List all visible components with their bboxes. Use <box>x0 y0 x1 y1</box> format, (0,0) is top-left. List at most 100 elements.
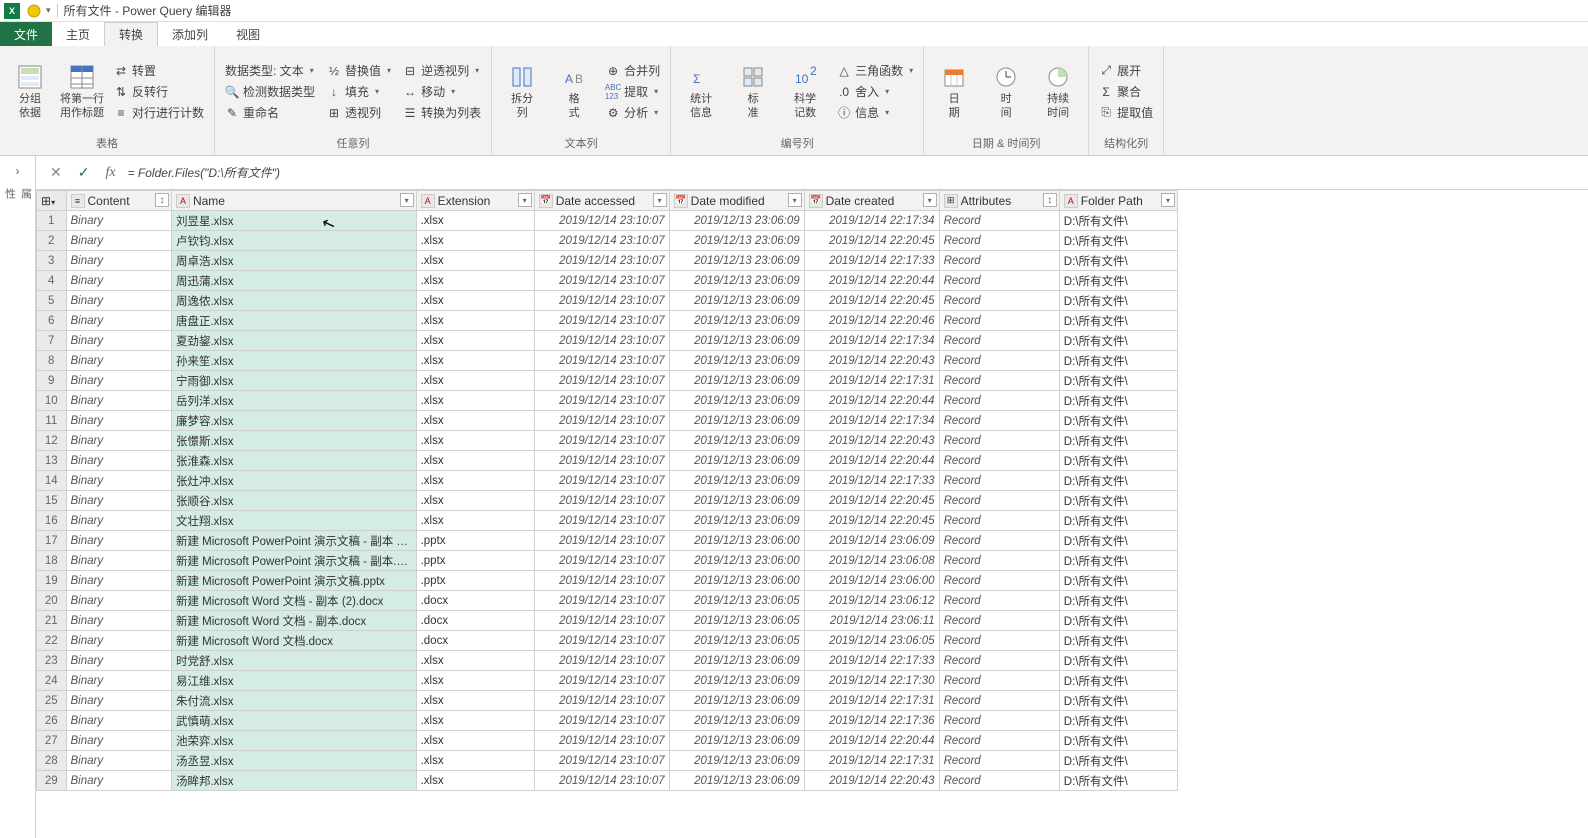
cell-name[interactable]: 汤丞昱.xlsx <box>171 751 416 771</box>
cell-name[interactable]: 张淮森.xlsx <box>171 451 416 471</box>
table-row[interactable]: 6Binary唐盘正.xlsx.xlsx2019/12/14 23:10:072… <box>37 311 1178 331</box>
aggregate-button[interactable]: Σ聚合 <box>1095 82 1157 101</box>
cell-content[interactable]: Binary <box>66 611 171 631</box>
cell-name[interactable]: 廉梦容.xlsx <box>171 411 416 431</box>
cell-folderpath[interactable]: D:\所有文件\ <box>1059 591 1177 611</box>
cell-attributes[interactable]: Record <box>939 431 1059 451</box>
cell-content[interactable]: Binary <box>66 291 171 311</box>
cell-accessed[interactable]: 2019/12/14 23:10:07 <box>534 671 669 691</box>
cell-name[interactable]: 张灶冲.xlsx <box>171 471 416 491</box>
cell-modified[interactable]: 2019/12/13 23:06:09 <box>669 471 804 491</box>
cell-accessed[interactable]: 2019/12/14 23:10:07 <box>534 251 669 271</box>
table-row[interactable]: 27Binary池荣弈.xlsx.xlsx2019/12/14 23:10:07… <box>37 731 1178 751</box>
cell-content[interactable]: Binary <box>66 251 171 271</box>
cell-accessed[interactable]: 2019/12/14 23:10:07 <box>534 311 669 331</box>
cell-modified[interactable]: 2019/12/13 23:06:09 <box>669 211 804 231</box>
cell-accessed[interactable]: 2019/12/14 23:10:07 <box>534 271 669 291</box>
cell-accessed[interactable]: 2019/12/14 23:10:07 <box>534 691 669 711</box>
scientific-button[interactable]: 102 科学 记数 <box>781 50 829 133</box>
cell-extension[interactable]: .docx <box>416 631 534 651</box>
cell-folderpath[interactable]: D:\所有文件\ <box>1059 491 1177 511</box>
move-button[interactable]: ↔移动▾ <box>399 82 485 101</box>
cell-created[interactable]: 2019/12/14 23:06:11 <box>804 611 939 631</box>
row-number[interactable]: 20 <box>37 591 67 611</box>
unpivot-button[interactable]: ⊟逆透视列▾ <box>399 61 485 80</box>
cell-created[interactable]: 2019/12/14 22:17:34 <box>804 331 939 351</box>
filter-icon[interactable]: ▾ <box>518 193 532 207</box>
table-row[interactable]: 3Binary周卓浩.xlsx.xlsx2019/12/14 23:10:072… <box>37 251 1178 271</box>
cell-folderpath[interactable]: D:\所有文件\ <box>1059 691 1177 711</box>
cell-accessed[interactable]: 2019/12/14 23:10:07 <box>534 611 669 631</box>
round-button[interactable]: .0舍入▾ <box>833 82 917 101</box>
qat-save-icon[interactable] <box>26 3 42 19</box>
rename-button[interactable]: ✎重命名 <box>221 103 319 122</box>
cell-content[interactable]: Binary <box>66 531 171 551</box>
cell-created[interactable]: 2019/12/14 23:06:09 <box>804 531 939 551</box>
cell-content[interactable]: Binary <box>66 591 171 611</box>
cell-extension[interactable]: .xlsx <box>416 651 534 671</box>
table-row[interactable]: 18Binary新建 Microsoft PowerPoint 演示文稿 - 副… <box>37 551 1178 571</box>
table-row[interactable]: 28Binary汤丞昱.xlsx.xlsx2019/12/14 23:10:07… <box>37 751 1178 771</box>
cell-content[interactable]: Binary <box>66 471 171 491</box>
standard-button[interactable]: 标 准 <box>729 50 777 133</box>
tab-transform[interactable]: 转换 <box>104 22 158 46</box>
row-number[interactable]: 17 <box>37 531 67 551</box>
table-row[interactable]: 24Binary易江维.xlsx.xlsx2019/12/14 23:10:07… <box>37 671 1178 691</box>
cell-modified[interactable]: 2019/12/13 23:06:09 <box>669 771 804 791</box>
cell-extension[interactable]: .xlsx <box>416 751 534 771</box>
cell-modified[interactable]: 2019/12/13 23:06:09 <box>669 491 804 511</box>
cell-name[interactable]: 池荣弈.xlsx <box>171 731 416 751</box>
cell-accessed[interactable]: 2019/12/14 23:10:07 <box>534 731 669 751</box>
col-folderpath[interactable]: AFolder Path▾ <box>1059 191 1177 211</box>
cell-attributes[interactable]: Record <box>939 531 1059 551</box>
cell-folderpath[interactable]: D:\所有文件\ <box>1059 431 1177 451</box>
tab-file[interactable]: 文件 <box>0 22 52 46</box>
cell-created[interactable]: 2019/12/14 22:20:44 <box>804 451 939 471</box>
cell-created[interactable]: 2019/12/14 22:20:43 <box>804 351 939 371</box>
datatype-button[interactable]: 数据类型: 文本▾ <box>221 61 319 80</box>
cell-created[interactable]: 2019/12/14 22:17:36 <box>804 711 939 731</box>
col-modified[interactable]: 📅Date modified▾ <box>669 191 804 211</box>
cell-folderpath[interactable]: D:\所有文件\ <box>1059 271 1177 291</box>
cell-name[interactable]: 孙来笙.xlsx <box>171 351 416 371</box>
cell-created[interactable]: 2019/12/14 22:17:31 <box>804 751 939 771</box>
table-row[interactable]: 2Binary卢钦钧.xlsx.xlsx2019/12/14 23:10:072… <box>37 231 1178 251</box>
cell-modified[interactable]: 2019/12/13 23:06:09 <box>669 431 804 451</box>
pivot-button[interactable]: ⊞透视列 <box>323 103 395 122</box>
cell-attributes[interactable]: Record <box>939 371 1059 391</box>
cell-attributes[interactable]: Record <box>939 491 1059 511</box>
cell-folderpath[interactable]: D:\所有文件\ <box>1059 671 1177 691</box>
table-row[interactable]: 10Binary岳列洋.xlsx.xlsx2019/12/14 23:10:07… <box>37 391 1178 411</box>
cell-created[interactable]: 2019/12/14 23:06:00 <box>804 571 939 591</box>
table-row[interactable]: 23Binary时党舒.xlsx.xlsx2019/12/14 23:10:07… <box>37 651 1178 671</box>
cell-modified[interactable]: 2019/12/13 23:06:09 <box>669 731 804 751</box>
cell-content[interactable]: Binary <box>66 211 171 231</box>
table-row[interactable]: 14Binary张灶冲.xlsx.xlsx2019/12/14 23:10:07… <box>37 471 1178 491</box>
data-table-wrap[interactable]: ⊞▾ ≡Content↕ AName▾ AExtension▾ 📅Date ac… <box>36 190 1588 838</box>
cell-modified[interactable]: 2019/12/13 23:06:09 <box>669 231 804 251</box>
cell-attributes[interactable]: Record <box>939 771 1059 791</box>
cell-accessed[interactable]: 2019/12/14 23:10:07 <box>534 291 669 311</box>
cell-extension[interactable]: .pptx <box>416 531 534 551</box>
table-row[interactable]: 1Binary刘昱星.xlsx.xlsx2019/12/14 23:10:072… <box>37 211 1178 231</box>
table-row[interactable]: 21Binary新建 Microsoft Word 文档 - 副本.docx.d… <box>37 611 1178 631</box>
cell-accessed[interactable]: 2019/12/14 23:10:07 <box>534 651 669 671</box>
cell-content[interactable]: Binary <box>66 311 171 331</box>
cell-name[interactable]: 唐盘正.xlsx <box>171 311 416 331</box>
cell-extension[interactable]: .xlsx <box>416 471 534 491</box>
table-row[interactable]: 7Binary夏劲鋆.xlsx.xlsx2019/12/14 23:10:072… <box>37 331 1178 351</box>
cell-name[interactable]: 武慎萌.xlsx <box>171 711 416 731</box>
cell-attributes[interactable]: Record <box>939 611 1059 631</box>
cell-accessed[interactable]: 2019/12/14 23:10:07 <box>534 231 669 251</box>
cell-created[interactable]: 2019/12/14 22:20:45 <box>804 491 939 511</box>
cell-created[interactable]: 2019/12/14 22:20:45 <box>804 291 939 311</box>
row-number[interactable]: 18 <box>37 551 67 571</box>
cell-folderpath[interactable]: D:\所有文件\ <box>1059 451 1177 471</box>
tab-home[interactable]: 主页 <box>52 22 104 46</box>
cell-created[interactable]: 2019/12/14 23:06:12 <box>804 591 939 611</box>
split-column-button[interactable]: 拆分 列 <box>498 50 546 133</box>
cell-modified[interactable]: 2019/12/13 23:06:09 <box>669 371 804 391</box>
cell-modified[interactable]: 2019/12/13 23:06:05 <box>669 591 804 611</box>
tolist-button[interactable]: ☰转换为列表 <box>399 103 485 122</box>
cell-name[interactable]: 易江维.xlsx <box>171 671 416 691</box>
